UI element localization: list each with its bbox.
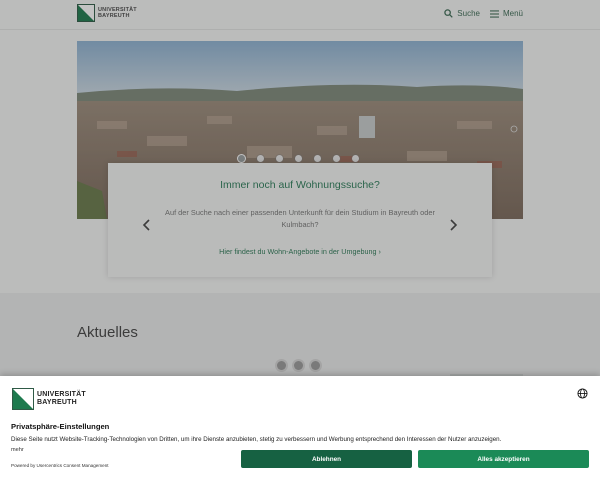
consent-banner: UNIVERSITÄT BAYREUTH Privatsphäre-Einste… [0,376,600,480]
accept-all-button[interactable]: Alles akzeptieren [418,450,589,468]
consent-title: Privatsphäre-Einstellungen [11,422,110,431]
logo-line-2: BAYREUTH [37,399,77,406]
logo-text: UNIVERSITÄT BAYREUTH [37,391,86,407]
consent-logo: UNIVERSITÄT BAYREUTH [12,388,86,410]
decline-button[interactable]: Ablehnen [241,450,412,468]
logo-line-1: UNIVERSITÄT [37,391,86,398]
logo-mark-icon [12,388,34,410]
powered-by-text: Powered by Usercentrics Consent Manageme… [11,463,109,468]
consent-description: Diese Seite nutzt Website-Tracking-Techn… [11,436,502,443]
globe-icon[interactable] [577,388,588,399]
more-link[interactable]: mehr [11,447,24,453]
